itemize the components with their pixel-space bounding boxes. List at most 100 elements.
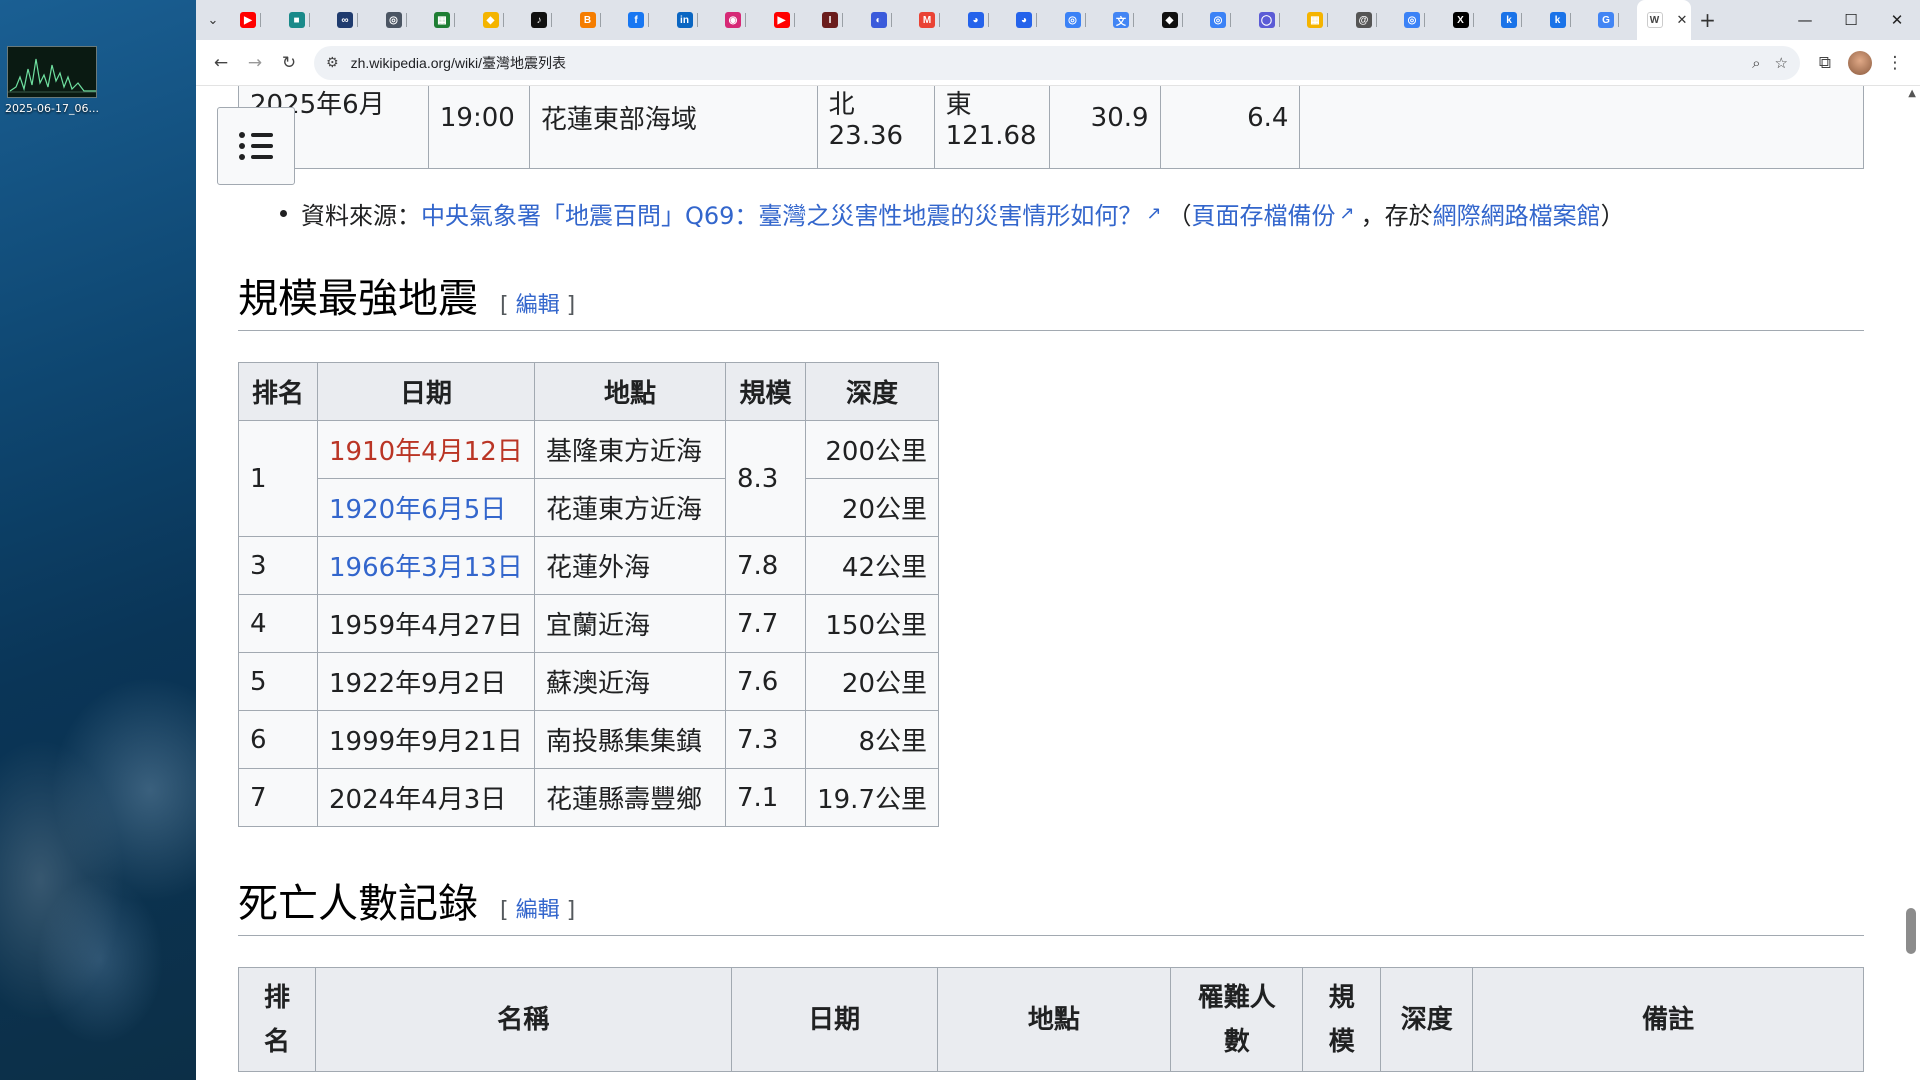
col-header-magnitude[interactable]: 規模 — [725, 362, 806, 421]
paren-open: （ — [1167, 202, 1192, 230]
col-header-magnitude[interactable]: 規模 — [1302, 967, 1382, 1072]
window-controls: — ☐ ✕ — [1782, 0, 1920, 40]
bookmark-star-icon[interactable]: ☆ — [1775, 54, 1788, 72]
minimize-icon[interactable]: — — [1782, 0, 1828, 40]
browser-tab[interactable]: I — [812, 0, 861, 40]
tab-strip: ⌄ ▶ ■ ∞ ◎ ▦ ◆ ♪ Bf in ◉ ▶ I ◐ M ◕ ◕ ◎ 文 ◆ ◎ ◯ ▦ @ ◎ Xk k G W ✕ + —… — [196, 0, 1920, 40]
browser-tab[interactable]: ◆ — [473, 0, 522, 40]
recent-earthquakes-table: 2025年6月11 19:00 花蓮東部海域 北23.36 東121.68 30… — [238, 86, 1864, 169]
chatgpt-icon: ◎ — [1210, 12, 1226, 28]
browser-tab[interactable]: k — [1540, 0, 1589, 40]
reload-icon[interactable]: ↻ — [272, 46, 306, 80]
table-row: 5 1922年9月2日 蘇澳近海 7.6 20公里 — [238, 652, 939, 711]
tab-separator — [1521, 13, 1522, 27]
zoom-icon[interactable]: ⌕ — [1752, 54, 1760, 72]
browser-tab[interactable]: ◎ — [1055, 0, 1104, 40]
browser-tab[interactable]: k — [1491, 0, 1540, 40]
page-scrollbar[interactable]: ▲ — [1902, 86, 1920, 1080]
tab-separator — [260, 13, 261, 27]
strongest-earthquakes-table: 排名 日期 地點 規模 深度 1 1910年4月12日 基隆東方近海 8.3 2… — [238, 362, 939, 827]
col-header-date[interactable]: 日期 — [730, 967, 938, 1072]
tab-separator — [1375, 13, 1377, 27]
forward-icon[interactable]: → — [238, 46, 272, 80]
col-header-rank[interactable]: 排名 — [238, 362, 318, 421]
col-header-deaths[interactable]: 罹難人數 — [1170, 967, 1304, 1072]
site-info-icon[interactable]: ⚙ — [326, 55, 339, 71]
browser-tab[interactable]: ◎ — [1394, 0, 1443, 40]
profile-avatar[interactable] — [1848, 50, 1872, 75]
col-header-rank[interactable]: 排名 — [238, 967, 316, 1072]
depth-cell: 30.9 — [1048, 86, 1161, 169]
tab-list: ▶ ■ ∞ ◎ ▦ ◆ ♪ Bf in ◉ ▶ I ◐ M ◕ ◕ ◎ 文 ◆ ◎ ◯ ▦ @ ◎ Xk k G — [230, 0, 1637, 40]
tab-separator — [1618, 13, 1619, 27]
browser-tab[interactable]: ◎ — [1200, 0, 1249, 40]
browser-tab[interactable]: ◆ — [1152, 0, 1201, 40]
source-link[interactable]: 中央氣象署「地震百問」Q69：臺灣之災害性地震的災害情形如何？ — [421, 196, 1142, 231]
tab-separator — [405, 13, 407, 27]
back-icon[interactable]: ← — [204, 46, 238, 80]
browser-tab[interactable]: ▦ — [424, 0, 473, 40]
browser-tab[interactable]: ◎ — [376, 0, 425, 40]
place-cell: 花蓮外海 — [534, 536, 726, 595]
browser-tab[interactable]: ◯ — [1249, 0, 1298, 40]
address-bar[interactable]: ⚙ zh.wikipedia.org/wiki/臺灣地震列表 ⌕ ☆ — [314, 45, 1800, 80]
browser-tab[interactable]: ◉ — [715, 0, 764, 40]
col-header-depth[interactable]: 深度 — [805, 362, 939, 421]
close-tab-icon[interactable]: ✕ — [1677, 13, 1688, 28]
browser-tab[interactable]: ■ — [279, 0, 328, 40]
tab-separator — [696, 13, 698, 27]
scroll-thumb[interactable] — [1906, 908, 1916, 954]
browser-tab[interactable]: f — [618, 0, 667, 40]
browser-tab[interactable]: B — [570, 0, 619, 40]
col-header-depth[interactable]: 深度 — [1380, 967, 1474, 1072]
date-link[interactable]: 1920年6月5日 — [317, 478, 535, 537]
browser-tab[interactable]: ◕ — [958, 0, 1007, 40]
date-link[interactable]: 1910年4月12日 — [317, 420, 535, 479]
browser-tab[interactable]: ▶ — [230, 0, 279, 40]
tab-separator — [1327, 13, 1328, 27]
date-link[interactable]: 1966年3月13日 — [317, 536, 535, 595]
date-cell: 2024年4月3日 — [317, 768, 535, 827]
depth-cell: 8公里 — [805, 710, 939, 769]
tab-search-button[interactable]: ⌄ — [196, 0, 230, 40]
browser-tab[interactable]: ◕ — [1006, 0, 1055, 40]
browser-tab[interactable]: G — [1588, 0, 1637, 40]
place-cell: 花蓮縣壽豐鄉 — [534, 768, 726, 827]
scroll-up-icon[interactable]: ▲ — [1908, 88, 1916, 99]
browser-tab[interactable]: X — [1443, 0, 1492, 40]
rank-cell: 4 — [238, 594, 318, 653]
browser-tab[interactable]: ♪ — [521, 0, 570, 40]
close-window-icon[interactable]: ✕ — [1874, 0, 1920, 40]
browser-tab[interactable]: ▶ — [764, 0, 813, 40]
col-header-notes[interactable]: 備註 — [1472, 967, 1864, 1072]
browser-tab[interactable]: M — [909, 0, 958, 40]
col-header-name[interactable]: 名稱 — [314, 967, 732, 1072]
extensions-icon[interactable]: ⧉ — [1808, 46, 1842, 80]
col-header-place[interactable]: 地點 — [534, 362, 726, 421]
magnitude-cell: 7.3 — [725, 710, 806, 769]
chat-icon: ◐ — [870, 12, 887, 28]
browser-tab[interactable]: in — [667, 0, 716, 40]
rank-cell: 3 — [238, 536, 318, 595]
browser-tab[interactable]: ▦ — [1297, 0, 1346, 40]
internet-archive-link[interactable]: 網際網路檔案館 — [1433, 196, 1601, 231]
col-header-place[interactable]: 地點 — [936, 967, 1172, 1072]
edit-link[interactable]: 編輯 — [516, 293, 560, 318]
archive-link[interactable]: 頁面存檔備份 — [1192, 196, 1336, 231]
browser-tab[interactable]: @ — [1346, 0, 1395, 40]
browser-tab[interactable]: ◐ — [861, 0, 910, 40]
bracket-open: [ — [500, 293, 509, 318]
menu-kebab-icon[interactable]: ⋮ — [1878, 46, 1912, 80]
browser-tab[interactable]: 文 — [1103, 0, 1152, 40]
maximize-icon[interactable]: ☐ — [1828, 0, 1874, 40]
toc-toggle-button[interactable] — [217, 107, 295, 185]
desktop-file-icon[interactable]: 2025-06-17_06... — [4, 46, 100, 115]
active-tab[interactable]: W ✕ — [1636, 0, 1691, 40]
col-header-date[interactable]: 日期 — [317, 362, 535, 421]
tab-separator — [454, 13, 455, 27]
edit-link[interactable]: 編輯 — [516, 898, 560, 923]
tab-separator — [745, 13, 746, 27]
browser-tab[interactable]: ∞ — [327, 0, 376, 40]
new-tab-button[interactable]: + — [1691, 8, 1725, 32]
url-text[interactable]: zh.wikipedia.org/wiki/臺灣地震列表 — [351, 53, 1753, 73]
